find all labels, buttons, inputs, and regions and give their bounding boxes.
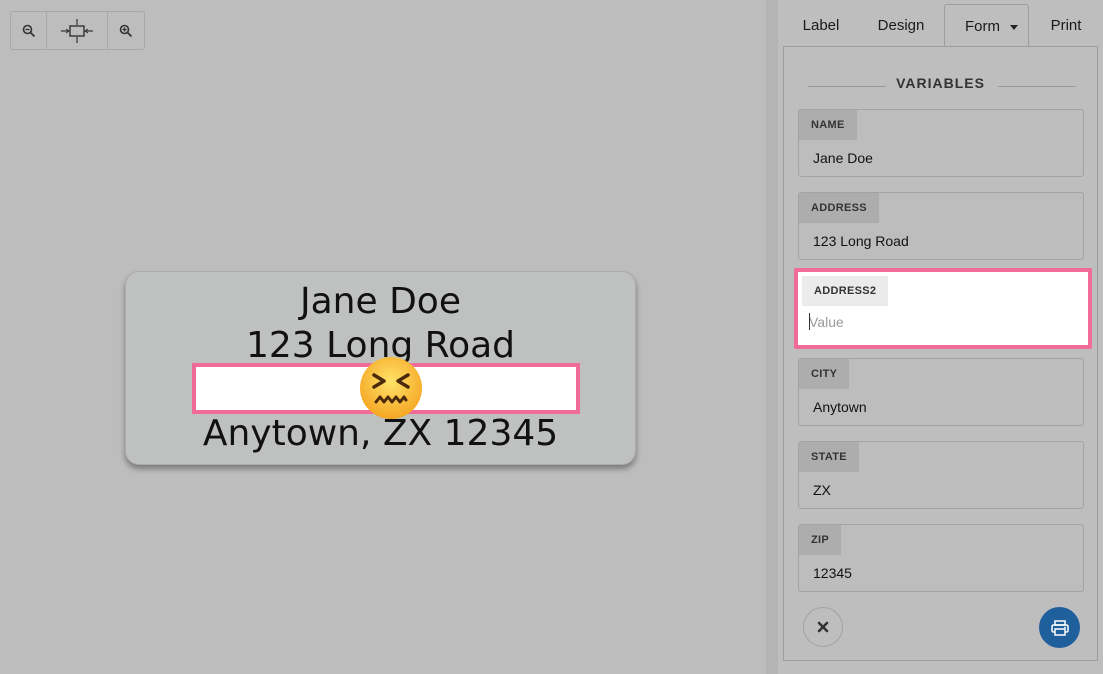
label-line-city-state-zip: Anytown, ZX 12345 <box>202 413 559 454</box>
field-tag: STATE <box>799 442 859 472</box>
field-state[interactable]: STATE ZX <box>798 441 1084 509</box>
fit-to-screen-icon <box>61 18 93 43</box>
tab-form-label: Form <box>965 18 1000 35</box>
close-icon <box>817 621 829 633</box>
address-label-preview[interactable]: Jane Doe 123 Long Road Anytown, ZX 12345 <box>125 271 636 465</box>
field-value[interactable]: 123 Long Road <box>813 233 909 249</box>
zoom-toolbar <box>10 11 145 50</box>
field-tag: ADDRESS2 <box>802 276 889 306</box>
field-tag: ZIP <box>799 525 842 555</box>
panel-divider[interactable] <box>766 0 778 674</box>
zoom-in-button[interactable] <box>108 12 144 49</box>
tab-form[interactable]: Form <box>944 4 1029 47</box>
zoom-out-button[interactable] <box>11 12 47 49</box>
tab-design[interactable]: Design <box>868 0 934 46</box>
field-tag: ADDRESS <box>799 193 879 223</box>
label-line-name: Jane Doe <box>300 281 461 322</box>
field-value[interactable]: Anytown <box>813 399 867 415</box>
label-canvas: Jane Doe 123 Long Road Anytown, ZX 12345 <box>0 0 766 674</box>
address2-input[interactable] <box>809 314 1059 330</box>
field-tag: NAME <box>799 110 857 140</box>
field-city[interactable]: CITY Anytown <box>798 358 1084 426</box>
field-zip[interactable]: ZIP 12345 <box>798 524 1084 592</box>
print-button[interactable] <box>1039 607 1080 648</box>
field-value[interactable]: Jane Doe <box>813 150 873 166</box>
tab-print[interactable]: Print <box>1041 0 1091 46</box>
fit-to-screen-button[interactable] <box>47 12 108 49</box>
text-cursor <box>809 313 810 330</box>
panel-tabs: Label Design Form Print <box>778 0 1103 47</box>
zoom-in-icon <box>119 24 133 37</box>
chevron-down-icon[interactable] <box>1010 25 1018 30</box>
field-name[interactable]: NAME Jane Doe <box>798 109 1084 177</box>
field-address2[interactable]: ADDRESS2 <box>794 268 1092 349</box>
field-value[interactable]: 12345 <box>813 565 852 581</box>
field-address[interactable]: ADDRESS 123 Long Road <box>798 192 1084 260</box>
divider <box>998 86 1076 87</box>
section-title: VARIABLES <box>896 75 985 91</box>
side-panel: Label Design Form Print VARIABLES NAME J… <box>778 0 1103 674</box>
zoom-out-icon <box>22 24 35 37</box>
field-value[interactable]: ZX <box>813 482 831 498</box>
printer-icon <box>1050 619 1069 636</box>
field-tag: CITY <box>799 359 850 389</box>
cancel-button[interactable] <box>803 607 843 647</box>
tab-label[interactable]: Label <box>792 0 850 46</box>
variables-form: VARIABLES NAME Jane Doe ADDRESS 123 Long… <box>783 46 1098 661</box>
